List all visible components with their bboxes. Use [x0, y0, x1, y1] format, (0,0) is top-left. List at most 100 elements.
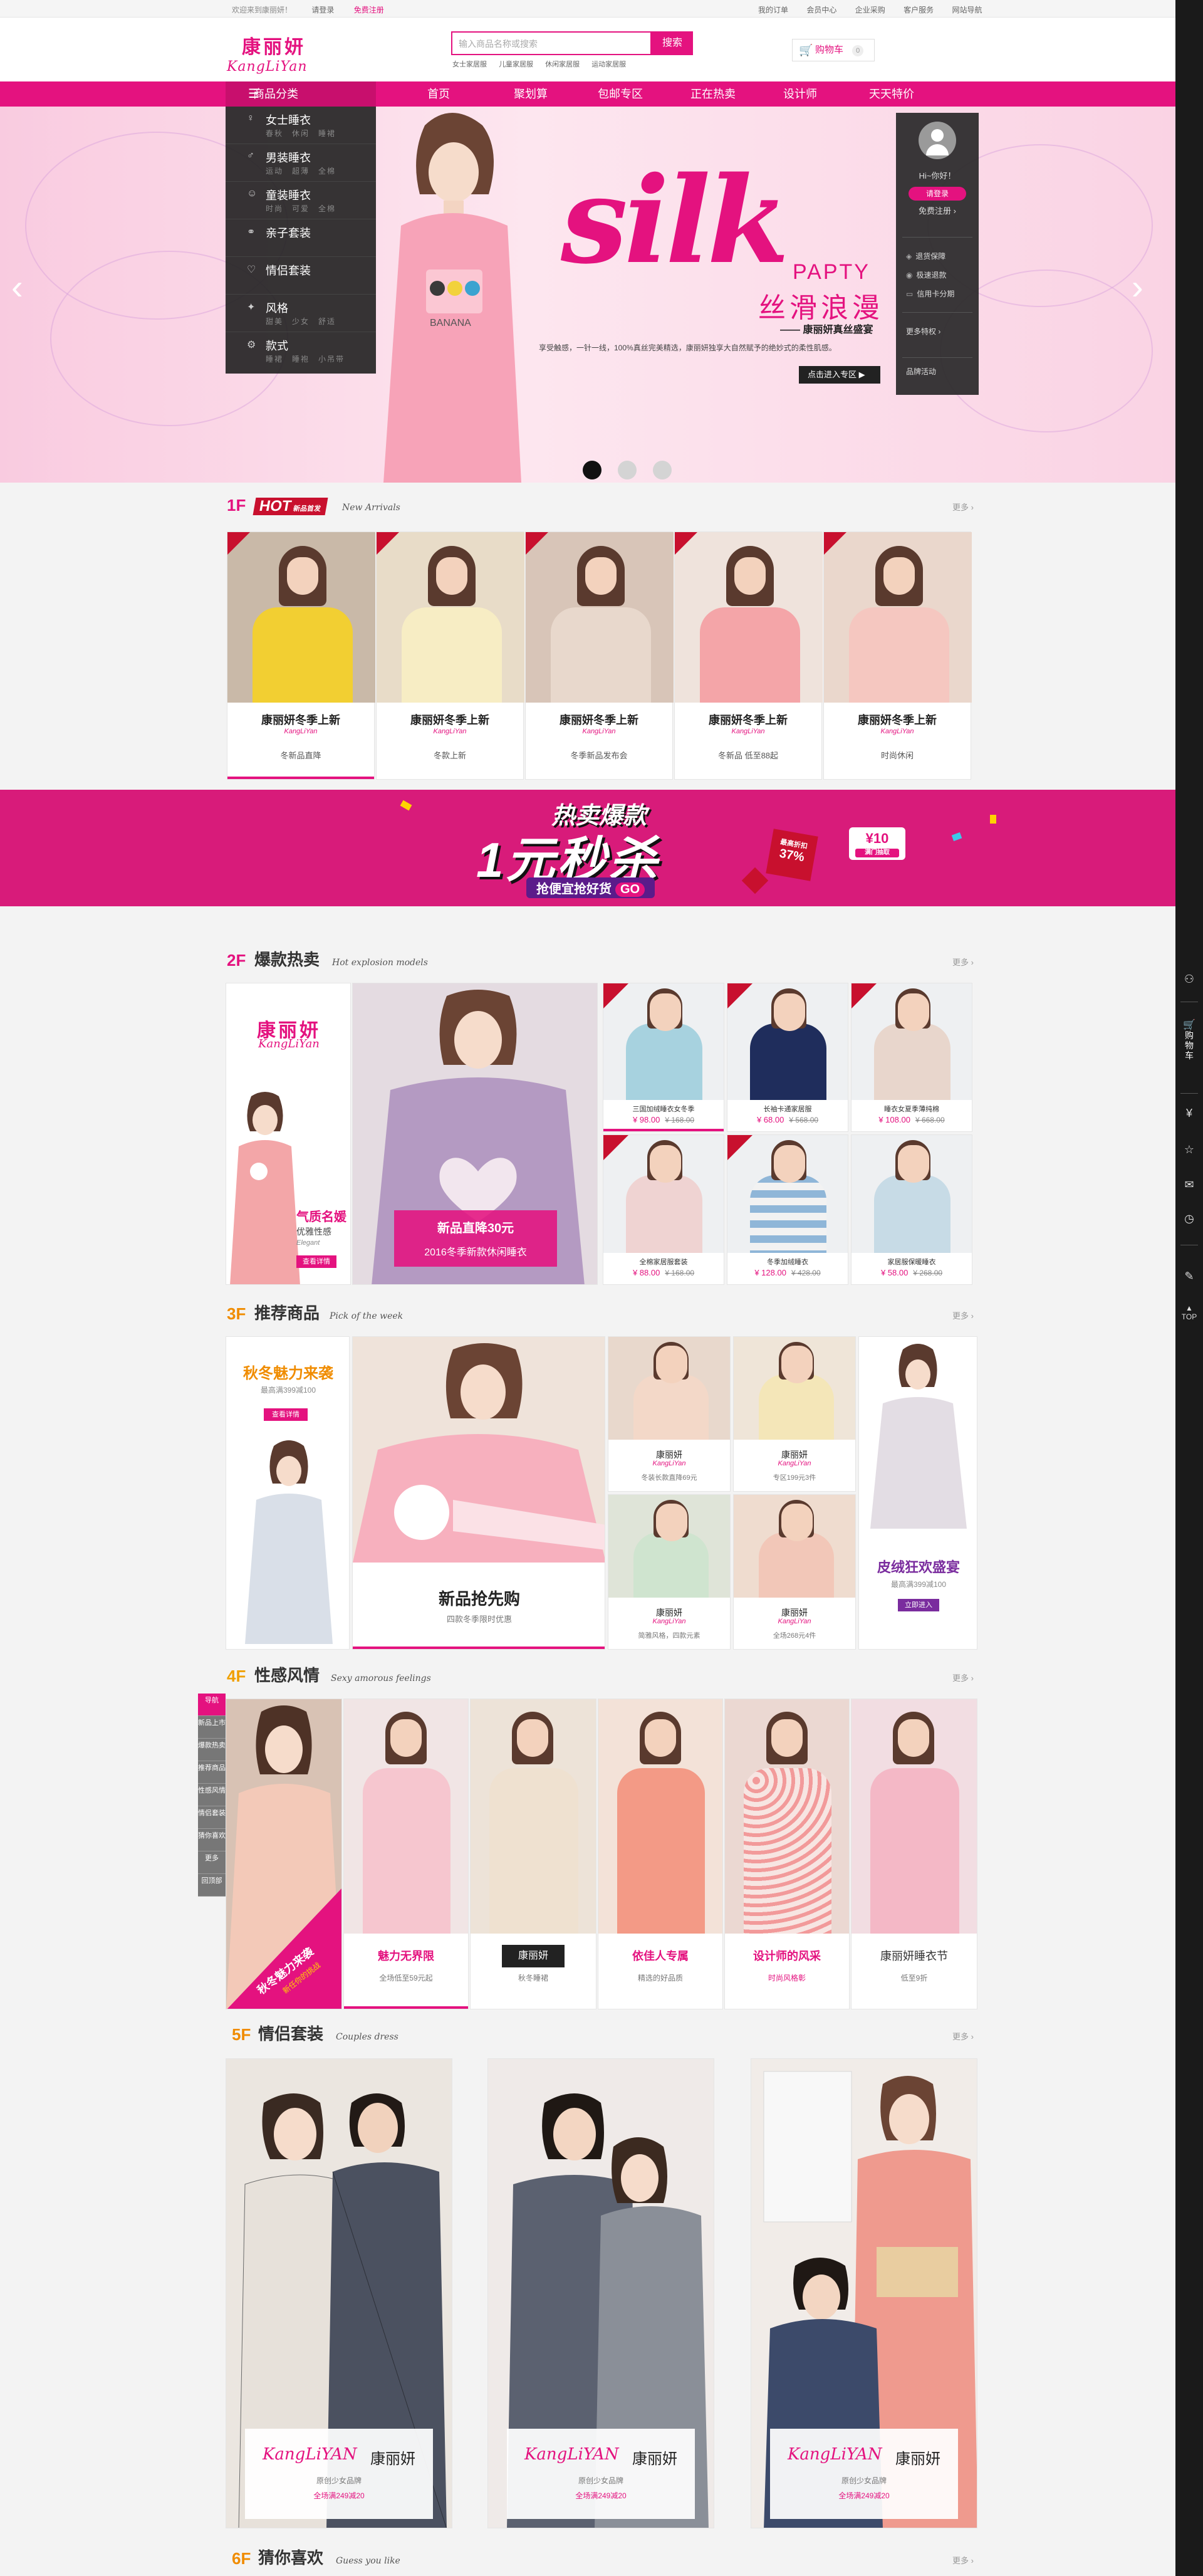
f4-promo-tile[interactable]: 秋冬魅力来袭 新任你的挑战 [226, 1699, 342, 2009]
floor-nav-item[interactable]: 爆款热卖 [198, 1739, 226, 1761]
product-tile[interactable]: 家居服保暖睡衣 ¥ 58.00 ¥ 268.00 [851, 1134, 972, 1285]
nav-juhuasuan[interactable]: 聚划算 [496, 81, 565, 107]
f2-promo-tile[interactable]: 新品直降30元 2016冬季新款休闲睡衣 [352, 983, 598, 1285]
couple-card[interactable]: KangLiYAN 康丽妍 原创少女品牌 全场满249减20 [487, 2058, 714, 2528]
f2-lady-button[interactable]: 查看详情 [296, 1255, 336, 1268]
floor-more-link[interactable]: 更多 › [952, 2030, 974, 2042]
search-button[interactable]: 搜索 [652, 31, 693, 55]
register-link[interactable]: 免费注册 [354, 6, 384, 14]
banner-dot[interactable] [583, 461, 602, 479]
category-sub[interactable]: 春秋 [266, 129, 283, 138]
floor-nav-item[interactable]: 更多 [198, 1851, 226, 1874]
f2-brand-tile[interactable]: 康丽妍 KangLiYan 气质名媛 优雅性感 Elegant 查看详情 [226, 983, 351, 1285]
enterprise-link[interactable]: 企业采购 [855, 6, 885, 14]
site-nav-link[interactable]: 网站导航 [952, 6, 982, 14]
floor-nav-item[interactable]: 性感风情 [198, 1784, 226, 1806]
f3-item-tile[interactable]: 康丽妍 KangLiYan 专区199元3件 [733, 1336, 856, 1492]
floor-nav-item[interactable]: 导航 [198, 1694, 226, 1716]
category-sub[interactable]: 时尚 [266, 204, 283, 213]
nav-free-shipping[interactable]: 包邮专区 [586, 81, 655, 107]
history-icon[interactable]: ◷ [1175, 1212, 1203, 1225]
card-login-button[interactable]: 请登录 [909, 187, 966, 201]
f3-item-tile[interactable]: 康丽妍 KangLiYan 冬装长款直降69元 [608, 1336, 731, 1492]
f3-item-tile[interactable]: 康丽妍 KangLiYan 简雅风格，四款元素 [608, 1494, 731, 1650]
flash-sale-banner[interactable]: 热卖爆款 1元秒杀 抢便宜抢好货 GO 最高折扣 37% ¥10 满门抽取 [0, 790, 1175, 906]
f4-item[interactable]: 魅力无界限 全场低至59元起 [343, 1699, 469, 2009]
category-kids[interactable]: ☺ 童装睡衣 时尚 可爱 全棉 [226, 182, 376, 219]
logo[interactable]: 康丽妍 KangLiYan [227, 31, 333, 75]
f4-item[interactable]: 康丽妍 秋冬睡裙 [470, 1699, 596, 2009]
toolbar-cart[interactable]: 🛒 购物车 [1175, 1020, 1203, 1061]
edit-icon[interactable]: ✎ [1175, 1270, 1203, 1283]
category-women[interactable]: ♀ 女士睡衣 春秋 休闲 睡裙 [226, 107, 376, 144]
customer-service-link[interactable]: 客户服务 [904, 6, 934, 14]
star-icon[interactable]: ☆ [1175, 1143, 1203, 1156]
floor-nav-item[interactable]: 猜你喜欢 [198, 1829, 226, 1851]
category-sub[interactable]: 睡裙 [266, 355, 283, 364]
f3-right-button[interactable]: 立即进入 [898, 1599, 939, 1611]
category-sub[interactable]: 超薄 [292, 167, 310, 175]
hot-word[interactable]: 儿童家居服 [499, 61, 533, 68]
category-family[interactable]: ⚭ 亲子套装 [226, 219, 376, 257]
product-card[interactable]: 康丽妍冬季上新 KangLiYan 时尚休闲 [823, 531, 972, 780]
category-sub[interactable]: 休闲 [292, 129, 310, 138]
f2-promo-box[interactable]: 新品直降30元 2016冬季新款休闲睡衣 [394, 1210, 557, 1267]
more-privileges-link[interactable]: 更多特权 › [906, 326, 940, 337]
back-to-top-button[interactable]: ▲ TOP [1175, 1304, 1203, 1321]
sale-coupon[interactable]: ¥10 满门抽取 [849, 827, 905, 860]
hot-word[interactable]: 运动家居服 [591, 61, 626, 68]
f3-left-tile[interactable]: 秋冬魅力来袭 最高满399减100 查看详情 [226, 1336, 350, 1650]
floor-nav-item[interactable]: 情侣套装 [198, 1806, 226, 1829]
floor-more-link[interactable]: 更多 › [952, 1672, 974, 1683]
product-card[interactable]: 康丽妍冬季上新 KangLiYan 冬款上新 [376, 531, 524, 780]
hot-word[interactable]: 休闲家居服 [545, 61, 580, 68]
couple-card[interactable]: KangLiYAN 康丽妍 原创少女品牌 全场满249减20 [226, 2058, 452, 2528]
category-sub[interactable]: 舒适 [318, 317, 336, 326]
product-card[interactable]: 康丽妍冬季上新 KangLiYan 冬新品 低至88起 [674, 531, 823, 780]
category-style[interactable]: ✦ 风格 甜美 少女 舒适 [226, 295, 376, 332]
couple-card[interactable]: KangLiYAN 康丽妍 原创少女品牌 全场满249减20 [751, 2058, 977, 2528]
category-sub[interactable]: 睡裙 [318, 129, 336, 138]
card-register-link[interactable]: 免费注册 › [896, 204, 979, 216]
floor-more-link[interactable]: 更多 › [952, 501, 974, 513]
floor-nav-item[interactable]: 新品上市 [198, 1716, 226, 1739]
nav-daily-deals[interactable]: 天天特价 [857, 81, 926, 107]
category-sub[interactable]: 可爱 [292, 204, 310, 213]
avatar[interactable] [919, 122, 956, 159]
product-card[interactable]: 康丽妍冬季上新 KangLiYan 冬季新品发布会 [525, 531, 674, 780]
nav-hot-selling[interactable]: 正在热卖 [679, 81, 747, 107]
banner-prev-arrow[interactable]: ‹ [11, 266, 23, 307]
banner-dot[interactable] [617, 461, 637, 479]
brand-activity-link[interactable]: 品牌活动 [906, 366, 936, 377]
login-link[interactable]: 请登录 [311, 6, 334, 14]
banner-dot[interactable] [652, 461, 672, 479]
f3-right-tile[interactable]: 皮绒狂欢盛宴 最高满399减100 立即进入 [858, 1336, 977, 1650]
hot-word[interactable]: 女士家居服 [452, 61, 487, 68]
product-tile[interactable]: 冬季加绒睡衣 ¥ 128.00 ¥ 428.00 [727, 1134, 848, 1285]
f3-left-button[interactable]: 查看详情 [264, 1408, 308, 1421]
chat-icon[interactable]: ✉ [1175, 1178, 1203, 1191]
hero-banner[interactable]: BANANA silk PAPTY 丝滑浪漫 —— 康丽妍真丝盛宴 享受触感，一… [0, 107, 1175, 483]
product-tile[interactable]: 长袖卡通家居服 ¥ 68.00 ¥ 568.00 [727, 983, 848, 1132]
category-type[interactable]: ⚙ 款式 睡裙 睡袍 小吊带 [226, 332, 376, 370]
category-men[interactable]: ♂ 男装睡衣 运动 超薄 全棉 [226, 144, 376, 182]
category-sub[interactable]: 甜美 [266, 317, 283, 326]
nav-home[interactable]: 首页 [404, 81, 473, 107]
floor-more-link[interactable]: 更多 › [952, 956, 974, 968]
banner-next-arrow[interactable]: › [1132, 266, 1143, 307]
cart-button[interactable]: 🛒 购物车 0 [792, 39, 875, 61]
search-input[interactable]: 输入商品名称或搜索 [451, 31, 652, 55]
product-card[interactable]: 康丽妍冬季上新 KangLiYan 冬新品直降 [227, 531, 375, 780]
banner-enter-button[interactable]: 点击进入专区 ▶ [799, 366, 880, 384]
category-sub[interactable]: 小吊带 [318, 355, 345, 364]
product-tile[interactable]: 三国加绒睡衣女冬季 ¥ 98.00 ¥ 168.00 [603, 983, 724, 1132]
f4-item[interactable]: 康丽妍睡衣节 低至9折 [851, 1699, 977, 2009]
product-tile[interactable]: 睡衣女夏季薄纯棉 ¥ 108.00 ¥ 668.00 [851, 983, 972, 1132]
category-sub[interactable]: 全棉 [318, 167, 336, 175]
category-sub[interactable]: 睡袍 [292, 355, 310, 364]
sale-bottom-button[interactable]: 抢便宜抢好货 GO [526, 877, 655, 898]
my-orders-link[interactable]: 我的订单 [758, 6, 788, 14]
category-sub[interactable]: 全棉 [318, 204, 336, 213]
floor-more-link[interactable]: 更多 › [952, 1309, 974, 1321]
member-center-link[interactable]: 会员中心 [806, 6, 836, 14]
